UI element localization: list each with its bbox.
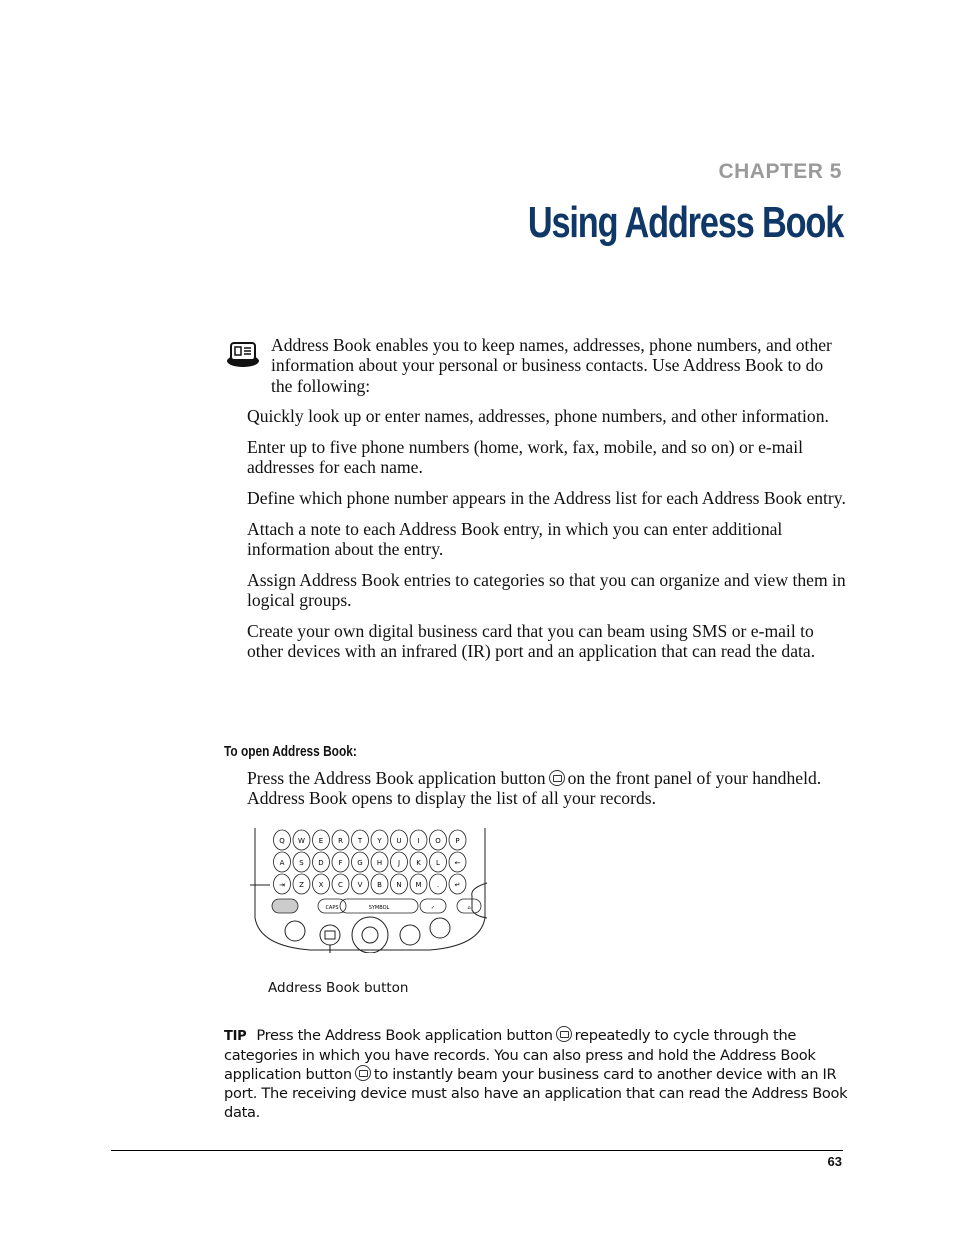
- keyboard-key-label: N: [396, 881, 401, 889]
- keyboard-function-key-label: CAPS: [325, 905, 338, 911]
- keyboard-key-label: H: [377, 859, 382, 867]
- feature-list: Quickly look up or enter names, addresse…: [247, 406, 847, 672]
- keyboard-key-label: R: [338, 837, 343, 845]
- app-button-address-book: [319, 924, 341, 946]
- handheld-keyboard-illustration: Q W E R T Y U I O P A S D F G H J K L ← ⇥ Z X C V B N M. ↵ CAPS SYMBOL…: [250, 828, 488, 953]
- keyboard-key-label: E: [319, 837, 323, 845]
- keyboard-key-label: F: [338, 859, 342, 867]
- keyboard-key-label: ←: [455, 859, 461, 867]
- procedure-text-1: Press the Address Book application butto…: [247, 768, 546, 788]
- feature-item: Attach a note to each Address Book entry…: [247, 518, 783, 559]
- intro-paragraph: Address Book enables you to keep names, …: [271, 335, 832, 396]
- tip-label: TIP: [224, 1029, 247, 1044]
- keyboard-key-label: M: [415, 881, 421, 889]
- feature-item: Assign Address Book entries to categorie…: [247, 569, 846, 611]
- app-button-messaging: [399, 924, 421, 946]
- keyboard-key-label: Z: [299, 881, 304, 889]
- feature-item: Quickly look up or enter names, addresse…: [247, 406, 829, 426]
- keyboard-key-label: C: [338, 881, 343, 889]
- keyboard-key-label: V: [358, 881, 363, 889]
- keyboard-key-label: X: [319, 881, 324, 889]
- tip-text-1: Press the Address Book application butto…: [256, 1027, 553, 1044]
- keyboard-key-label: K: [416, 859, 421, 867]
- keyboard-function-key-label: ⌂: [467, 905, 470, 911]
- page-number: 63: [827, 1154, 842, 1169]
- keyboard-key-label: P: [455, 837, 459, 845]
- address-book-button-icon: [548, 770, 565, 786]
- keyboard-key-label: ↵: [455, 881, 461, 889]
- keyboard-key-label: Y: [376, 837, 382, 845]
- address-book-button-icon: [354, 1065, 371, 1081]
- keyboard-key-label: Q: [279, 837, 285, 845]
- feature-item: Enter up to five phone numbers (home, wo…: [247, 436, 804, 478]
- keyboard-key-label: S: [299, 859, 304, 867]
- feature-item: Create your own digital business card th…: [247, 620, 816, 662]
- keyboard-key-label: B: [377, 881, 382, 889]
- app-button-calendar: [284, 920, 306, 942]
- keyboard-key-label: A: [280, 859, 285, 867]
- keyboard-key-label: O: [435, 837, 441, 845]
- app-button-web: [429, 917, 451, 939]
- navigator-outer: [351, 916, 389, 953]
- figure-callout-label: Address Book button: [268, 980, 409, 996]
- keyboard-function-key-label: ✓: [431, 905, 435, 911]
- keyboard-function-key-label: SYMBOL: [369, 905, 390, 911]
- keyboard-key-label: U: [396, 837, 401, 845]
- keyboard-function-key: [271, 898, 299, 914]
- keyboard-key-label: .: [437, 881, 439, 889]
- keyboard-key-label: L: [436, 859, 440, 867]
- footer-divider: [111, 1150, 843, 1151]
- keyboard-key-label: I: [417, 837, 419, 845]
- keyboard-key-label: T: [357, 837, 363, 845]
- tip-note: TIP Press the Address Book application bu…: [224, 1026, 849, 1122]
- address-book-card-icon: [227, 342, 259, 367]
- keyboard-key-label: D: [318, 859, 323, 867]
- address-book-button-icon: [555, 1026, 572, 1042]
- app-buttons: [284, 916, 451, 953]
- keyboard-key-label: J: [397, 859, 400, 867]
- chapter-label: CHAPTER 5: [718, 160, 842, 183]
- keyboard-key-label: ⇥: [279, 881, 285, 889]
- procedure-step: Press the Address Book application butto…: [247, 768, 847, 809]
- keyboard-key-label: G: [357, 859, 362, 867]
- keyboard-key-label: W: [298, 837, 305, 845]
- navigator-center: [361, 926, 379, 944]
- procedure-heading: To open Address Book:: [224, 744, 357, 760]
- chapter-title: Using Address Book: [527, 198, 844, 247]
- feature-item: Define which phone number appears in the…: [247, 487, 846, 508]
